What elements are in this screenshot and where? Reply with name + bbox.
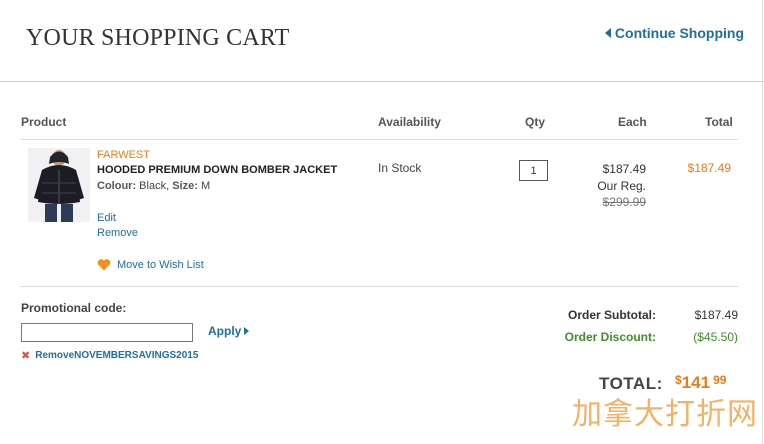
right-border (762, 0, 763, 444)
order-subtotal-value: $187.49 (694, 308, 738, 322)
page-title: YOUR SHOPPING CART (26, 25, 290, 51)
header-divider (20, 139, 738, 140)
column-header-each: Each (618, 115, 647, 129)
colour-value: Black, (139, 180, 170, 192)
total-currency: $ (675, 373, 682, 387)
remove-x-icon: ✖ (21, 350, 31, 362)
product-name[interactable]: HOODED PREMIUM DOWN BOMBER JACKET (97, 164, 337, 176)
each-price-block: $187.49 Our Reg. $299.99 (560, 161, 646, 211)
wishlist-label: Move to Wish List (117, 258, 204, 271)
promo-code-input[interactable] (21, 323, 193, 342)
column-header-availability: Availability (378, 115, 441, 129)
edit-link[interactable]: Edit (97, 212, 116, 224)
caret-left-icon (604, 28, 611, 38)
size-label: Size: (172, 180, 198, 192)
availability-status: In Stock (378, 161, 422, 175)
jacket-image-icon (28, 148, 90, 222)
column-header-total: Total (705, 115, 733, 129)
order-discount-label: Order Discount: (564, 330, 656, 344)
regular-price-label: Our Reg. (597, 178, 646, 193)
total-cents: 99 (713, 373, 727, 387)
column-header-qty: Qty (525, 115, 546, 129)
product-image[interactable] (28, 148, 90, 222)
quantity-input[interactable] (519, 160, 548, 181)
order-subtotal-label: Order Subtotal: (567, 308, 656, 322)
heart-icon (97, 259, 111, 271)
regular-price: $299.99 (602, 195, 646, 209)
product-brand: FARWEST (97, 149, 150, 161)
line-total: $187.49 (687, 161, 731, 175)
cart-header: YOUR SHOPPING CART Continue Shopping (0, 0, 764, 82)
product-attributes: Colour: Black, Size: M (97, 180, 210, 192)
apply-promo-button[interactable]: Apply (208, 324, 250, 338)
colour-label: Colour: (97, 180, 137, 192)
size-value: M (200, 180, 211, 192)
each-price: $187.49 (602, 162, 646, 176)
order-discount-value: ($45.50) (693, 330, 738, 344)
item-divider (20, 286, 738, 287)
watermark: 加拿大打折网 (572, 397, 758, 432)
continue-shopping-label: Continue Shopping (614, 25, 744, 41)
caret-right-icon (244, 327, 250, 335)
apply-label: Apply (208, 324, 242, 338)
continue-shopping-link[interactable]: Continue Shopping (604, 25, 744, 41)
column-header-product: Product (21, 115, 67, 129)
move-to-wishlist-link[interactable]: Move to Wish List (97, 258, 204, 271)
promo-code-label: Promotional code: (21, 301, 127, 315)
remove-promo-code-label: RemoveNOVEMBERSAVINGS2015 (35, 350, 199, 361)
remove-link[interactable]: Remove (97, 227, 138, 239)
remove-promo-code-link[interactable]: ✖ RemoveNOVEMBERSAVINGS2015 (21, 349, 198, 362)
